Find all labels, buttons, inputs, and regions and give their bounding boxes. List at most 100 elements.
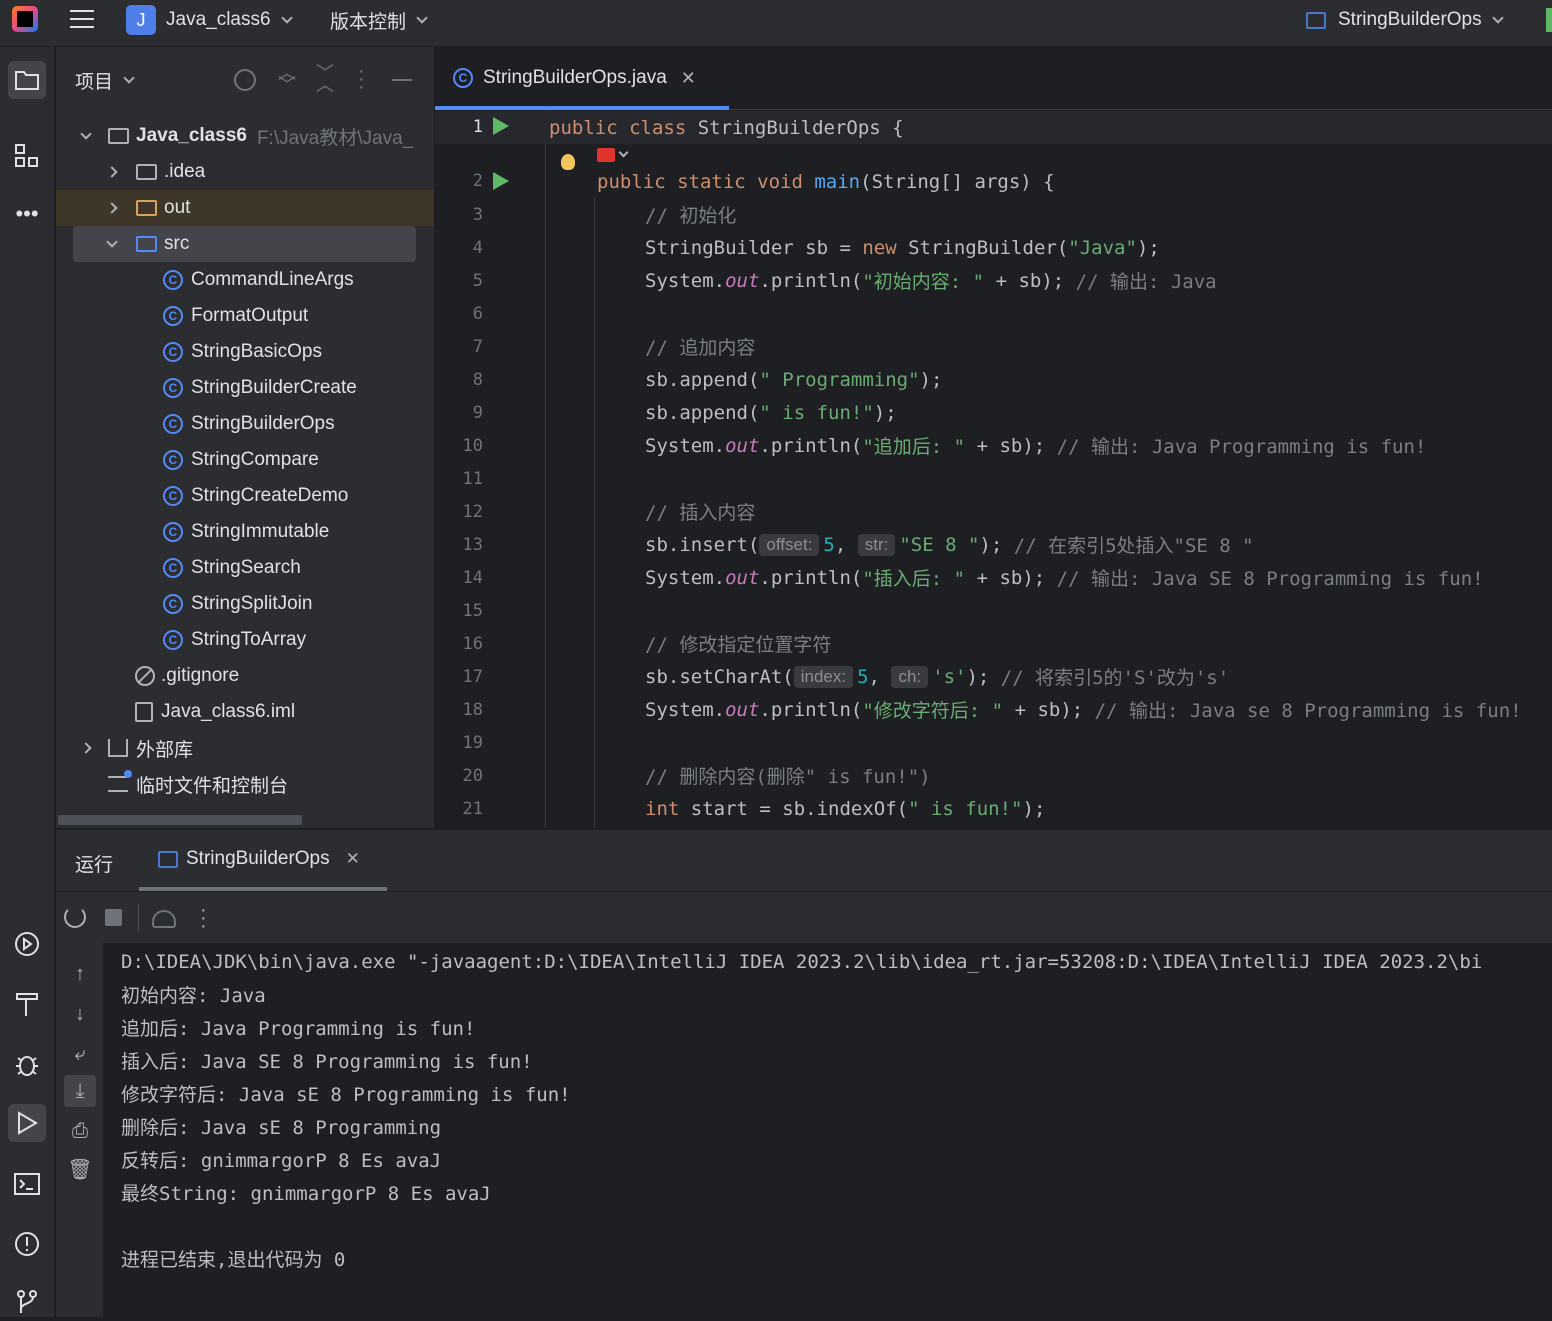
run-config-selector[interactable]: StringBuilderOps (1306, 0, 1504, 40)
tree-item-class[interactable]: C StringCreateDemo (56, 478, 434, 514)
tree-item-class[interactable]: C StringCompare (56, 442, 434, 478)
tree-root[interactable]: Java_class6 F:\Java教材\Java_ (56, 118, 434, 154)
tree-item-class[interactable]: C StringToArray (56, 622, 434, 658)
project-panel-header[interactable]: 项目 (75, 67, 135, 94)
code-line[interactable]: sb.append(" is fun!"); (435, 396, 1552, 429)
options-icon[interactable]: · · · (358, 61, 365, 97)
code-comment: // 修改指定位置字符 (645, 634, 832, 656)
code-line[interactable]: int start = sb.indexOf(" is fun!"); (435, 792, 1552, 825)
tree-item-class[interactable]: C StringSearch (56, 550, 434, 586)
close-icon[interactable]: ✕ (346, 849, 360, 869)
code-line[interactable]: System. out .println("追加后: " + sb); // 输出:… (435, 429, 1552, 462)
tree-item-idea[interactable]: .idea (56, 154, 434, 190)
chevron-right-icon (80, 742, 92, 754)
more-tools-icon[interactable]: ••• (8, 195, 46, 233)
tree-item-class[interactable]: C StringSplitJoin (56, 586, 434, 622)
tree-item-class[interactable]: C FormatOutput (56, 298, 434, 334)
code-line[interactable]: System. out .println("修改字符后: " + sb); // 输… (435, 693, 1552, 726)
tree-item-iml[interactable]: Java_class6.iml (56, 694, 434, 730)
code-line[interactable]: sb.insert(offset: 5, str: "SE 8 "); // 在索引… (435, 528, 1552, 561)
code-line[interactable]: // 初始化 (435, 198, 1552, 231)
run-toolbar-divider (56, 891, 1552, 892)
close-icon[interactable]: ✕ (681, 68, 696, 89)
more-options-icon[interactable]: · · · (200, 900, 207, 936)
tree-item-class[interactable]: C StringBuilderCreate (56, 370, 434, 406)
chevron-down-icon[interactable] (618, 147, 629, 158)
structure-icon[interactable] (8, 137, 46, 175)
console-line: 反转后: gnimmargorP 8 Es avaJ (121, 1150, 442, 1172)
scroll-down-icon[interactable]: ↓ (64, 998, 96, 1030)
console-line: 进程已结束,退出代码为 0 (121, 1249, 346, 1271)
code-string: "Java" (1068, 236, 1137, 259)
code-token: (String[] args) { (860, 170, 1055, 193)
print-icon[interactable]: ⎙ (64, 1115, 96, 1147)
class-icon: C (163, 630, 183, 650)
code-line[interactable]: sb.append(" Programming"); (435, 363, 1552, 396)
app-logo-icon[interactable] (12, 6, 38, 32)
project-switcher[interactable]: J Java_class6 (126, 0, 293, 40)
dump-threads-icon[interactable] (152, 910, 176, 928)
problems-icon[interactable] (8, 1225, 46, 1263)
code-token: main (814, 170, 861, 193)
tree-item-class[interactable]: C CommandLineArgs (56, 262, 434, 298)
line-number: 11 (462, 469, 483, 489)
hide-icon[interactable] (392, 79, 412, 81)
ai-badge-icon[interactable] (597, 148, 615, 162)
scroll-up-icon[interactable]: ↑ (64, 958, 96, 990)
tree-item-gitignore[interactable]: .gitignore (56, 658, 434, 694)
tree-item-src[interactable]: src (73, 226, 416, 262)
console-line: 初始内容: Java (121, 985, 266, 1007)
stop-icon[interactable] (105, 909, 122, 926)
code-comment: // 输出: Java se 8 Programming is fun! (1094, 700, 1522, 722)
code-token: .println( (759, 434, 863, 457)
tree-item-out[interactable]: out (56, 190, 434, 226)
trash-icon[interactable]: 🗑 (64, 1153, 96, 1185)
expand-all-icon[interactable]: ︿ ﹀ (278, 64, 296, 94)
terminal-icon[interactable] (8, 1165, 46, 1203)
editor-tab[interactable]: C StringBuilderOps.java ✕ (453, 67, 696, 89)
class-icon: C (163, 486, 183, 506)
code-token: + sb); (965, 434, 1057, 457)
debug-bug-icon[interactable] (8, 1045, 46, 1083)
services-icon[interactable] (8, 925, 46, 963)
code-string: "追加后: " (862, 436, 966, 458)
tree-item-external-libs[interactable]: 外部库 (56, 730, 434, 766)
run-icon[interactable] (8, 1104, 46, 1142)
scroll-to-end-icon[interactable]: ⤓ (64, 1075, 96, 1107)
locate-icon[interactable] (234, 69, 256, 91)
code-token: StringBuilder( (896, 236, 1069, 259)
class-icon: C (163, 378, 183, 398)
code-line[interactable]: sb.setCharAt(index: 5, ch:'s'); // 将索引5的'… (435, 660, 1552, 693)
main-menu-icon[interactable] (70, 8, 94, 30)
code-line[interactable]: StringBuilder sb = new StringBuilder("Ja… (435, 231, 1552, 264)
code-line[interactable]: System. out .println("初始内容: " + sb); // 输出… (435, 264, 1552, 297)
line-number: 6 (472, 304, 483, 324)
code-line[interactable]: // 修改指定位置字符 (435, 627, 1552, 660)
tree-item-scratches[interactable]: 临时文件和控制台 (56, 766, 434, 802)
run-tab[interactable]: StringBuilderOps ✕ (158, 848, 360, 870)
vcs-menu[interactable]: 版本控制 (330, 0, 428, 40)
code-token: + sb); (984, 269, 1076, 292)
rerun-icon[interactable] (64, 906, 86, 928)
project-folder-icon[interactable] (8, 61, 46, 99)
code-line[interactable]: System. out .println("插入后: " + sb); // 输出:… (435, 561, 1552, 594)
git-branch-icon[interactable] (8, 1283, 46, 1321)
vcs-label: 版本控制 (330, 11, 407, 33)
code-line[interactable]: // 插入内容 (435, 495, 1552, 528)
code-line[interactable]: public static void main (String[] args) { (435, 165, 1552, 198)
project-panel: 项目 ︿ ﹀ ﹀ ︿ · · · Java_class6 F:\Java教材\Java_… (56, 47, 434, 828)
tree-item-class[interactable]: C StringBuilderOps (56, 406, 434, 442)
collapse-all-icon[interactable]: ﹀ ︿ (316, 64, 334, 94)
build-hammer-icon[interactable] (8, 985, 46, 1023)
console-output[interactable]: D:\IDEA\JDK\bin\java.exe "-javaagent:D:\… (103, 943, 1552, 1318)
code-token: start = sb.indexOf( (679, 797, 909, 820)
code-line[interactable]: public class StringBuilderOps { (435, 111, 1552, 144)
tree-item-class[interactable]: C StringBasicOps (56, 334, 434, 370)
horizontal-scrollbar[interactable] (58, 815, 302, 825)
code-line[interactable]: // 删除内容(删除" is fun!") (435, 759, 1552, 792)
tree-item-label: FormatOutput (191, 305, 309, 326)
tree-item-class[interactable]: C StringImmutable (56, 514, 434, 550)
soft-wrap-icon[interactable]: ⤶ (64, 1038, 96, 1070)
code-line[interactable]: // 追加内容 (435, 330, 1552, 363)
code-token: ); (1022, 797, 1046, 820)
